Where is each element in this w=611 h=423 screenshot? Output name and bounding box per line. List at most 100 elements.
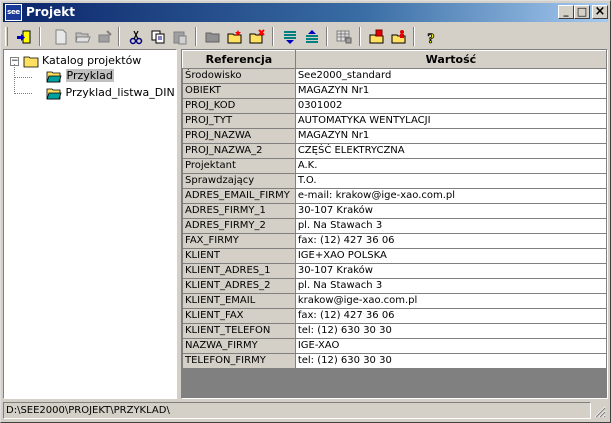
status-path: D:\SEE2000\PROJEKT\PRZYKLAD\ — [3, 402, 591, 419]
value-cell[interactable]: MAGAZYN Nr1 — [294, 128, 607, 144]
svg-text:?: ? — [427, 31, 435, 45]
title-bar[interactable]: see Projekt _ □ × — [3, 3, 608, 22]
grid-tool-icon[interactable] — [334, 27, 354, 47]
table-row[interactable]: KLIENT_ADRES_1 30-107 Kraków — [182, 263, 607, 279]
projekt-window: see Projekt _ □ × ? − Katalog projektów … — [0, 0, 611, 423]
table-row[interactable]: TELEFON_FIRMY tel: (12) 630 30 30 — [182, 353, 607, 369]
value-cell[interactable]: 0301002 — [294, 98, 607, 114]
value-cell[interactable]: tel: (12) 630 30 30 — [294, 323, 607, 339]
properties-table: Referencja Wartość Środowisko See2000_sta… — [182, 50, 607, 369]
reference-cell[interactable]: ADRES_FIRMY_2 — [182, 218, 296, 234]
folder-red-icon[interactable] — [367, 27, 387, 47]
reference-cell[interactable]: OBIEKT — [182, 83, 296, 99]
folder-gray-icon[interactable] — [203, 27, 223, 47]
column-header-referencja[interactable]: Referencja — [182, 50, 296, 69]
value-cell[interactable]: fax: (12) 427 36 06 — [294, 233, 607, 249]
value-cell[interactable]: A.K. — [294, 158, 607, 174]
reference-cell[interactable]: PROJ_NAZWA — [182, 128, 296, 144]
tree-item-przyklad-listwa-din[interactable]: Przyklad_listwa_DIN — [46, 85, 175, 101]
cut-icon[interactable] — [126, 27, 146, 47]
tree-item-label: Przyklad — [65, 69, 114, 82]
minimize-button[interactable]: _ — [558, 5, 574, 19]
table-row[interactable]: OBIEKT MAGAZYN Nr1 — [182, 83, 607, 99]
reference-cell[interactable]: FAX_FIRMY — [182, 233, 296, 249]
value-cell[interactable]: T.O. — [294, 173, 607, 189]
toolbar-separator — [413, 27, 415, 46]
reference-cell[interactable]: KLIENT_TELEFON — [182, 323, 296, 339]
maximize-button[interactable]: □ — [574, 5, 590, 19]
toolbar-grip[interactable] — [5, 27, 8, 46]
value-cell[interactable]: CZĘŚĆ ELEKTRYCZNA — [294, 143, 607, 159]
table-row[interactable]: FAX_FIRMY fax: (12) 427 36 06 — [182, 233, 607, 249]
list-down-icon[interactable] — [280, 27, 300, 47]
table-row[interactable]: ADRES_EMAIL_FIRMY e-mail: krakow@ige-xao.… — [182, 188, 607, 204]
toolbar-separator — [118, 27, 120, 46]
disabled-tool-icon[interactable] — [95, 27, 115, 47]
table-row[interactable]: Środowisko See2000_standard — [182, 68, 607, 84]
value-cell[interactable]: pl. Na Stawach 3 — [294, 218, 607, 234]
open-folder-icon — [46, 88, 62, 99]
value-cell[interactable]: fax: (12) 427 36 06 — [294, 308, 607, 324]
tree-item-przyklad[interactable]: Przyklad — [46, 68, 114, 84]
help-icon[interactable]: ? — [421, 27, 441, 47]
value-cell[interactable]: MAGAZYN Nr1 — [294, 83, 607, 99]
reference-cell[interactable]: TELEFON_FIRMY — [182, 353, 296, 369]
reference-cell[interactable]: Projektant — [182, 158, 296, 174]
resize-grip-icon[interactable] — [594, 406, 606, 418]
table-row[interactable]: ADRES_FIRMY_2 pl. Na Stawach 3 — [182, 218, 607, 234]
value-cell[interactable]: e-mail: krakow@ige-xao.com.pl — [294, 188, 607, 204]
table-row[interactable]: PROJ_KOD 0301002 — [182, 98, 607, 114]
copy-icon[interactable] — [148, 27, 168, 47]
table-row[interactable]: ADRES_FIRMY_1 30-107 Kraków — [182, 203, 607, 219]
tree-line — [14, 77, 32, 78]
reference-cell[interactable]: KLIENT_ADRES_2 — [182, 278, 296, 294]
reference-cell[interactable]: PROJ_TYT — [182, 113, 296, 129]
reference-cell[interactable]: KLIENT — [182, 248, 296, 264]
value-cell[interactable]: krakow@ige-xao.com.pl — [294, 293, 607, 309]
value-cell[interactable]: 30-107 Kraków — [294, 263, 607, 279]
reference-cell[interactable]: ADRES_FIRMY_1 — [182, 203, 296, 219]
table-row[interactable]: PROJ_NAZWA_2 CZĘŚĆ ELEKTRYCZNA — [182, 143, 607, 159]
value-cell[interactable]: 30-107 Kraków — [294, 203, 607, 219]
value-cell[interactable]: See2000_standard — [294, 68, 607, 84]
exit-icon[interactable] — [14, 27, 34, 47]
reference-cell[interactable]: NAZWA_FIRMY — [182, 338, 296, 354]
open-folder-icon[interactable] — [73, 27, 93, 47]
close-button[interactable]: × — [592, 5, 608, 19]
table-row[interactable]: KLIENT_TELEFON tel: (12) 630 30 30 — [182, 323, 607, 339]
value-cell[interactable]: AUTOMATYKA WENTYLACJI — [294, 113, 607, 129]
table-row[interactable]: KLIENT_EMAIL krakow@ige-xao.com.pl — [182, 293, 607, 309]
list-up-icon[interactable] — [302, 27, 322, 47]
reference-cell[interactable]: KLIENT_FAX — [182, 308, 296, 324]
reference-cell[interactable]: KLIENT_EMAIL — [182, 293, 296, 309]
table-row[interactable]: KLIENT_ADRES_2 pl. Na Stawach 3 — [182, 278, 607, 294]
table-row[interactable]: PROJ_TYT AUTOMATYKA WENTYLACJI — [182, 113, 607, 129]
tree-root-label: Katalog projektów — [42, 54, 142, 67]
reference-cell[interactable]: PROJ_KOD — [182, 98, 296, 114]
table-row[interactable]: Projektant A.K. — [182, 158, 607, 174]
paste-icon[interactable] — [170, 27, 190, 47]
reference-cell[interactable]: Sprawdzający — [182, 173, 296, 189]
reference-cell[interactable]: Środowisko — [182, 68, 296, 84]
table-row[interactable]: KLIENT IGE+XAO POLSKA — [182, 248, 607, 264]
new-document-icon[interactable] — [51, 27, 71, 47]
value-cell[interactable]: IGE-XAO — [294, 338, 607, 354]
toolbar-separator — [39, 27, 41, 46]
value-cell[interactable]: pl. Na Stawach 3 — [294, 278, 607, 294]
project-tree[interactable]: − Katalog projektów Przyklad Przyklad_li… — [3, 49, 177, 399]
folder-person-icon[interactable] — [389, 27, 409, 47]
folder-new-icon[interactable] — [225, 27, 245, 47]
table-row[interactable]: PROJ_NAZWA MAGAZYN Nr1 — [182, 128, 607, 144]
reference-cell[interactable]: PROJ_NAZWA_2 — [182, 143, 296, 159]
column-header-wartosc[interactable]: Wartość — [294, 50, 607, 69]
folder-delete-icon[interactable] — [247, 27, 267, 47]
reference-cell[interactable]: ADRES_EMAIL_FIRMY — [182, 188, 296, 204]
table-row[interactable]: Sprawdzający T.O. — [182, 173, 607, 189]
reference-cell[interactable]: KLIENT_ADRES_1 — [182, 263, 296, 279]
table-row[interactable]: KLIENT_FAX fax: (12) 427 36 06 — [182, 308, 607, 324]
value-cell[interactable]: tel: (12) 630 30 30 — [294, 353, 607, 369]
tree-root[interactable]: − Katalog projektów — [10, 53, 141, 69]
table-row[interactable]: NAZWA_FIRMY IGE-XAO — [182, 338, 607, 354]
value-cell[interactable]: IGE+XAO POLSKA — [294, 248, 607, 264]
app-icon: see — [5, 4, 22, 21]
